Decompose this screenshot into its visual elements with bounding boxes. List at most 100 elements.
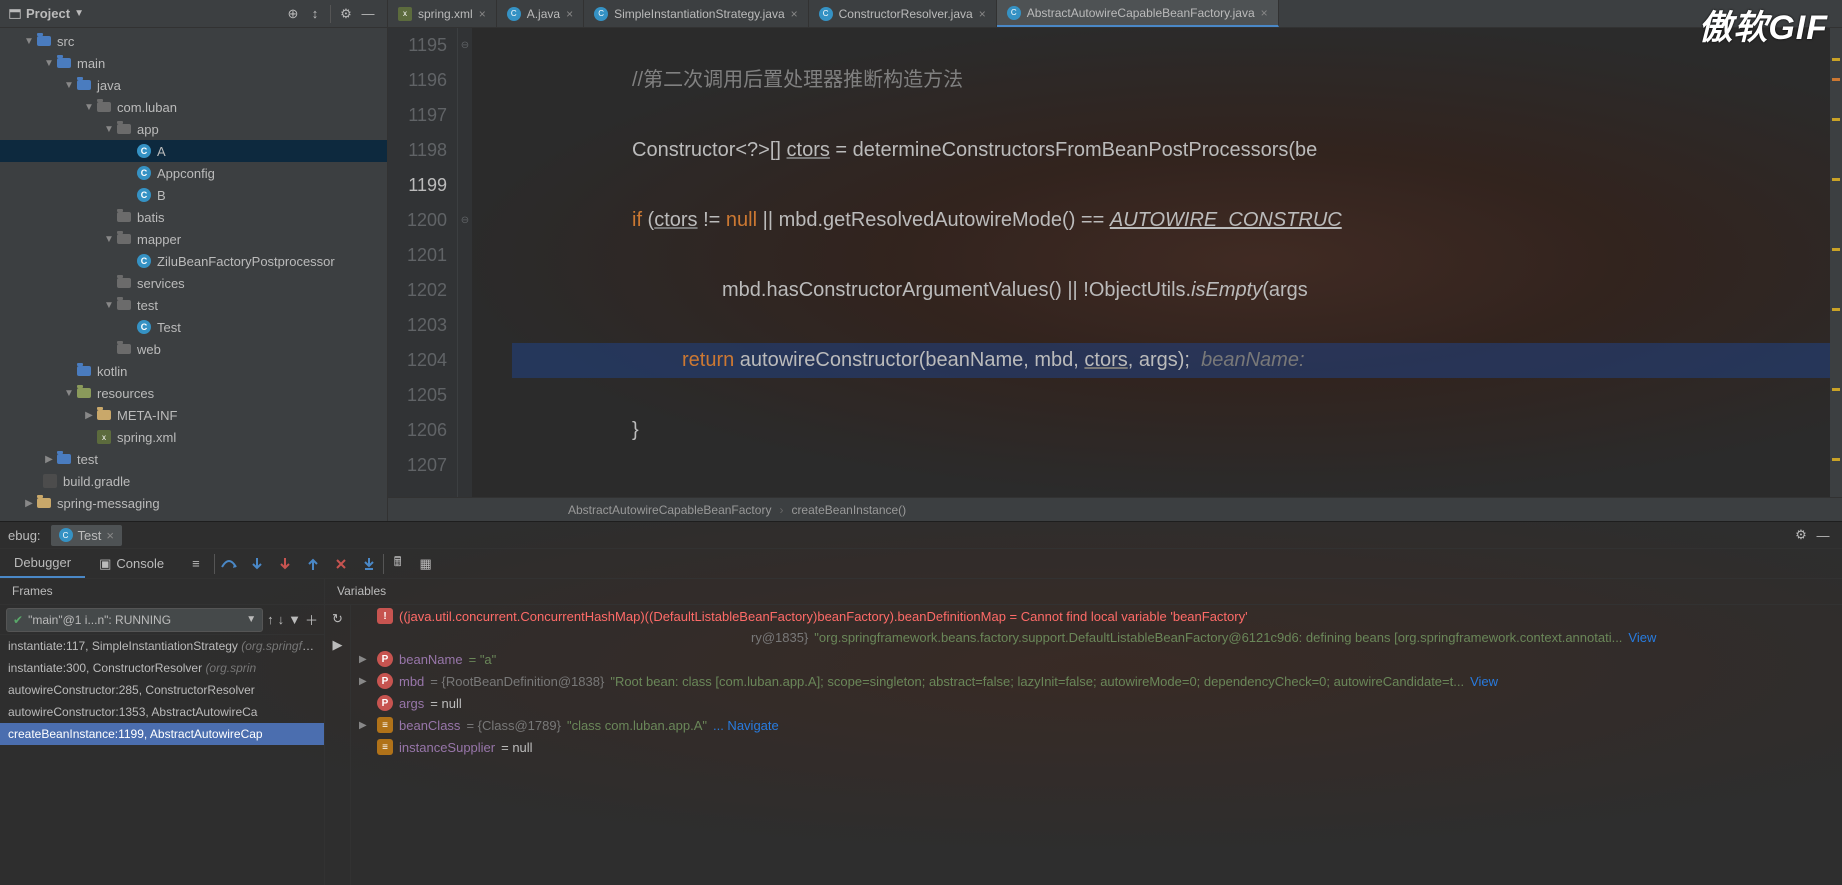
gear-icon[interactable]: ⚙ — [335, 3, 357, 25]
close-icon[interactable]: × — [566, 7, 573, 21]
line-gutter: 1195 1196 1197 1198 1199 1200 1201 1202 … — [398, 28, 458, 497]
tree-node-metainf[interactable]: ▶META-INF — [0, 404, 387, 426]
tab-spring[interactable]: xspring.xml× — [388, 0, 497, 27]
class-icon: C — [137, 254, 151, 268]
var-row-beanname[interactable]: ▶PbeanName = "a" — [351, 648, 1842, 670]
debug-run-tab[interactable]: C Test × — [51, 525, 122, 546]
folder-icon — [57, 58, 71, 68]
close-icon[interactable]: × — [106, 528, 114, 543]
tree-node-app[interactable]: ▼app — [0, 118, 387, 140]
frame-row[interactable]: autowireConstructor:1353, AbstractAutowi… — [0, 701, 324, 723]
navigate-link[interactable]: ... Navigate — [713, 718, 779, 733]
close-icon[interactable]: × — [479, 7, 486, 21]
tree-node-kotlin[interactable]: kotlin — [0, 360, 387, 382]
step-out-icon[interactable] — [299, 550, 327, 578]
debug-label: ebug: — [8, 528, 41, 543]
tab-more[interactable]: ≡ — [178, 550, 214, 577]
step-over-icon[interactable] — [215, 550, 243, 578]
close-icon[interactable]: × — [791, 7, 798, 21]
view-link[interactable]: View — [1628, 630, 1656, 645]
tree-node-mapper[interactable]: ▼mapper — [0, 228, 387, 250]
tree-node-a[interactable]: CA — [0, 140, 387, 162]
view-link[interactable]: View — [1470, 674, 1498, 689]
tree-node-appconfig[interactable]: CAppconfig — [0, 162, 387, 184]
tree-node-b[interactable]: CB — [0, 184, 387, 206]
editor-body[interactable]: 1195 1196 1197 1198 1199 1200 1201 1202 … — [388, 28, 1842, 497]
down-icon[interactable]: ▶ — [333, 637, 343, 653]
frame-row[interactable]: instantiate:117, SimpleInstantiationStra… — [0, 635, 324, 657]
folder-icon — [37, 498, 51, 508]
var-row-mbd[interactable]: ▶Pmbd = {RootBeanDefinition@1838} "Root … — [351, 670, 1842, 692]
add-icon[interactable]: ＋ — [305, 610, 318, 629]
sidebar-header: Project ▼ ⊕ ↕ ⚙ — — [0, 0, 387, 28]
tree-node-main[interactable]: ▼main — [0, 52, 387, 74]
gear-icon[interactable]: ⚙ — [1790, 527, 1812, 543]
frames-list[interactable]: instantiate:117, SimpleInstantiationStra… — [0, 635, 324, 885]
check-icon: ✔ — [13, 613, 23, 627]
tree-node-zilu[interactable]: CZiluBeanFactoryPostprocessor — [0, 250, 387, 272]
tree-node-java[interactable]: ▼java — [0, 74, 387, 96]
frame-row[interactable]: instantiate:300, ConstructorResolver (or… — [0, 657, 324, 679]
vars-pane: !((java.util.concurrent.ConcurrentHashMa… — [351, 605, 1842, 885]
package-icon — [117, 278, 131, 288]
step-into-icon[interactable] — [243, 550, 271, 578]
package-icon — [117, 124, 131, 134]
tree-node-testdir[interactable]: ▶test — [0, 448, 387, 470]
tab-a[interactable]: CA.java× — [497, 0, 584, 27]
tree-node-gradle[interactable]: build.gradle — [0, 470, 387, 492]
project-tree[interactable]: ▼src ▼main ▼java ▼com.luban ▼app CA CApp… — [0, 28, 387, 521]
dropdown-icon: ▼ — [74, 8, 84, 19]
tree-node-web[interactable]: web — [0, 338, 387, 360]
tree-node-msg[interactable]: ▶spring-messaging — [0, 492, 387, 514]
tree-node-batis[interactable]: batis — [0, 206, 387, 228]
evaluate-icon[interactable]: 🖩 — [384, 550, 412, 578]
var-row-beanclass[interactable]: ▶≡beanClass = {Class@1789} "class com.lu… — [351, 714, 1842, 736]
hide-icon[interactable]: — — [357, 3, 379, 25]
tree-node-services[interactable]: services — [0, 272, 387, 294]
hide-icon[interactable]: — — [1812, 528, 1834, 543]
target-icon[interactable]: ⊕ — [282, 3, 304, 25]
package-icon — [117, 234, 131, 244]
sidebar-title[interactable]: Project ▼ — [8, 6, 84, 21]
breadcrumb-method[interactable]: createBeanInstance() — [791, 503, 906, 517]
filter-icon[interactable]: ▼ — [288, 612, 301, 627]
force-step-into-icon[interactable] — [271, 550, 299, 578]
expand-icon[interactable]: ↕ — [304, 3, 326, 25]
tree-node-pkg[interactable]: ▼com.luban — [0, 96, 387, 118]
var-row-instance[interactable]: ≡instanceSupplier = null — [351, 736, 1842, 758]
drop-frame-icon[interactable] — [327, 550, 355, 578]
tab-cr[interactable]: CConstructorResolver.java× — [809, 0, 997, 27]
tree-node-resources[interactable]: ▼resources — [0, 382, 387, 404]
error-stripe[interactable] — [1830, 28, 1842, 497]
prev-frame-icon[interactable]: ↑ — [267, 612, 274, 627]
thread-selector[interactable]: ✔ "main"@1 i...n": RUNNING ▼ — [6, 608, 263, 632]
tab-console[interactable]: ▣Console — [85, 550, 178, 578]
close-icon[interactable]: × — [979, 7, 986, 21]
gutter-strip — [388, 28, 398, 497]
tree-node-spring[interactable]: xspring.xml — [0, 426, 387, 448]
folder-icon — [37, 36, 51, 46]
close-icon[interactable]: × — [1261, 6, 1268, 20]
tab-aacbf[interactable]: CAbstractAutowireCapableBeanFactory.java… — [997, 0, 1279, 27]
tree-node-src[interactable]: ▼src — [0, 30, 387, 52]
xml-icon: x — [97, 430, 111, 444]
tab-debugger[interactable]: Debugger — [0, 549, 85, 578]
restart-icon[interactable]: ↻ — [332, 611, 343, 627]
tree-node-test[interactable]: ▼test — [0, 294, 387, 316]
var-row-error[interactable]: !((java.util.concurrent.ConcurrentHashMa… — [351, 605, 1842, 627]
chevron-right-icon: › — [779, 503, 783, 517]
trace-icon[interactable]: ▦ — [412, 550, 440, 578]
var-row-this[interactable]: ry@1835} "org.springframework.beans.fact… — [351, 627, 1842, 648]
tab-sis[interactable]: CSimpleInstantiationStrategy.java× — [584, 0, 809, 27]
vars-list[interactable]: !((java.util.concurrent.ConcurrentHashMa… — [351, 605, 1842, 885]
class-icon: C — [594, 7, 608, 21]
var-row-args[interactable]: Pargs = null — [351, 692, 1842, 714]
tree-node-testfile[interactable]: CTest — [0, 316, 387, 338]
frame-row[interactable]: createBeanInstance:1199, AbstractAutowir… — [0, 723, 324, 745]
next-frame-icon[interactable]: ↓ — [278, 612, 285, 627]
frame-row[interactable]: autowireConstructor:285, ConstructorReso… — [0, 679, 324, 701]
breadcrumb-class[interactable]: AbstractAutowireCapableBeanFactory — [568, 503, 771, 517]
run-to-cursor-icon[interactable] — [355, 550, 383, 578]
top-section: Project ▼ ⊕ ↕ ⚙ — ▼src ▼main ▼java ▼com.… — [0, 0, 1842, 521]
code-area[interactable]: //第二次调用后置处理器推断构造方法 Constructor<?>[] ctor… — [472, 28, 1830, 497]
